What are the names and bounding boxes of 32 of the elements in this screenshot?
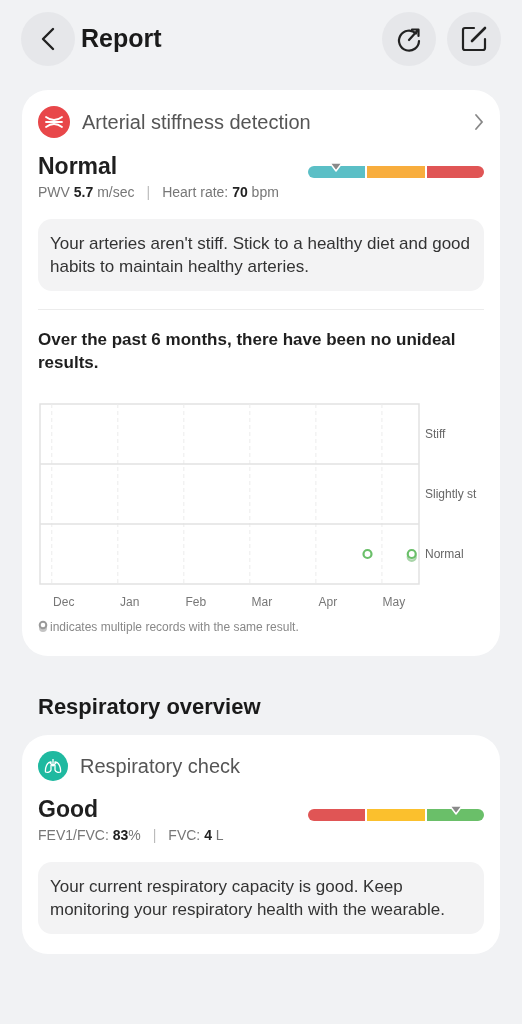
waves-icon	[38, 106, 70, 138]
section-title: Respiratory overview	[37, 693, 262, 721]
page-title: Report	[81, 22, 162, 54]
metric-text: FEV1/FVC: 83%	[38, 826, 141, 845]
legend-note: indicates multiple records with the same result.	[50, 619, 299, 636]
axis-label: Stiff	[425, 427, 446, 441]
data-point	[362, 548, 373, 560]
metric-text: PWV 5.7 m/sec	[38, 183, 135, 202]
lungs-icon	[38, 751, 68, 781]
axis-label: Apr	[318, 595, 338, 609]
axis-label: Mar	[251, 595, 273, 609]
advice-text: Your current respiratory capacity is good. Keep monitoring your respiratory health with the wearable.	[38, 862, 484, 934]
summary-text: Over the past 6 months, there have been no unideal results.	[38, 329, 457, 374]
metric-text: Heart rate: 70 bpm	[162, 183, 279, 202]
card-title: Respiratory check	[80, 754, 242, 779]
axis-label: Slightly st	[425, 487, 477, 501]
card-title: Arterial stiffness detection	[82, 110, 312, 135]
separator: |	[152, 826, 157, 845]
axis-label: Jan	[120, 595, 140, 609]
advice-text: Your arteries aren't stiff. Stick to a healthy diet and good habits to maintain healthy arteries.	[38, 219, 484, 291]
stacked-point-icon	[38, 620, 48, 634]
status-text: Good	[38, 795, 100, 823]
separator: |	[146, 183, 151, 202]
edit-icon	[460, 24, 488, 53]
chevron-icon[interactable]	[474, 113, 484, 131]
axis-label: May	[382, 595, 406, 609]
axis-label: Feb	[185, 595, 207, 609]
axis-label: Dec	[53, 595, 75, 609]
status-text: Normal	[38, 152, 119, 180]
metric-text: FVC: 4 L	[168, 826, 224, 845]
back-icon	[41, 26, 55, 51]
axis-label: Normal	[425, 547, 464, 561]
